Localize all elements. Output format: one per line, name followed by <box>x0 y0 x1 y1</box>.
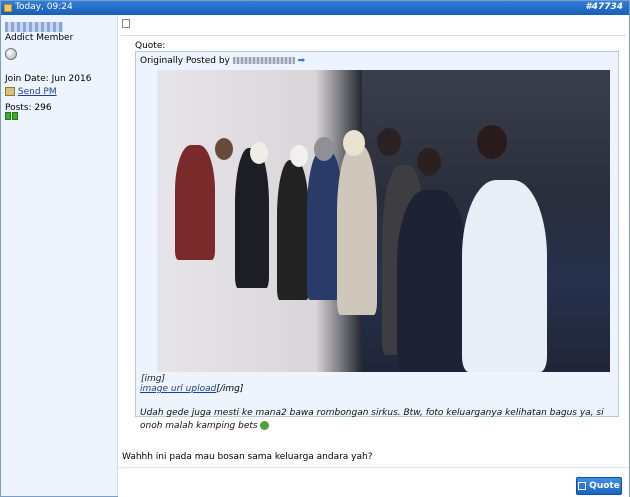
join-date: Join Date: Jun 2016 <box>5 74 92 84</box>
post-date: Today, 09:24 <box>15 2 73 12</box>
post-number-link[interactable]: #47734 <box>585 2 623 12</box>
smile-icon <box>260 421 270 430</box>
reputation-icons <box>5 112 19 123</box>
message-icon <box>122 19 130 28</box>
quote-button[interactable]: Quote <box>576 477 622 495</box>
img-tag: [img] <box>141 374 166 384</box>
image-url-line: image url upload[/img] <box>140 384 244 394</box>
post-content: Quote: Originally Posted by ➡ [img] imag… <box>118 15 629 497</box>
reply-text: Wahhh ini pada mau bosan sama keluarga a… <box>122 452 373 462</box>
username-blurred[interactable] <box>5 22 63 32</box>
post-header: Today, 09:24 #47734 <box>1 1 629 15</box>
quote-text: Udah gede juga mesti ke mana2 bawa rombo… <box>140 408 604 431</box>
post-date-icon <box>4 4 12 12</box>
view-post-icon[interactable]: ➡ <box>298 56 306 66</box>
author-blurred[interactable] <box>232 57 295 64</box>
user-sidebar: Addict Member Join Date: Jun 2016 Send P… <box>1 15 118 496</box>
image-url-upload-link[interactable]: image url upload <box>140 384 216 394</box>
quote-icon <box>578 482 587 490</box>
quote-author: Originally Posted by ➡ <box>140 56 306 66</box>
quote-box: Originally Posted by ➡ [img] image url u… <box>135 51 619 431</box>
user-title: Addict Member <box>5 33 74 43</box>
send-pm-link[interactable]: Send PM <box>18 87 57 97</box>
pm-icon <box>5 87 15 96</box>
quoted-photo <box>157 70 610 372</box>
online-status-icon <box>5 48 17 60</box>
post-footer: Quote <box>118 467 629 497</box>
forum-post: Today, 09:24 #47734 Addict Member Join D… <box>0 0 630 497</box>
send-pm[interactable]: Send PM <box>5 87 57 97</box>
divider <box>121 35 626 36</box>
quote-label: Quote: <box>135 41 166 51</box>
